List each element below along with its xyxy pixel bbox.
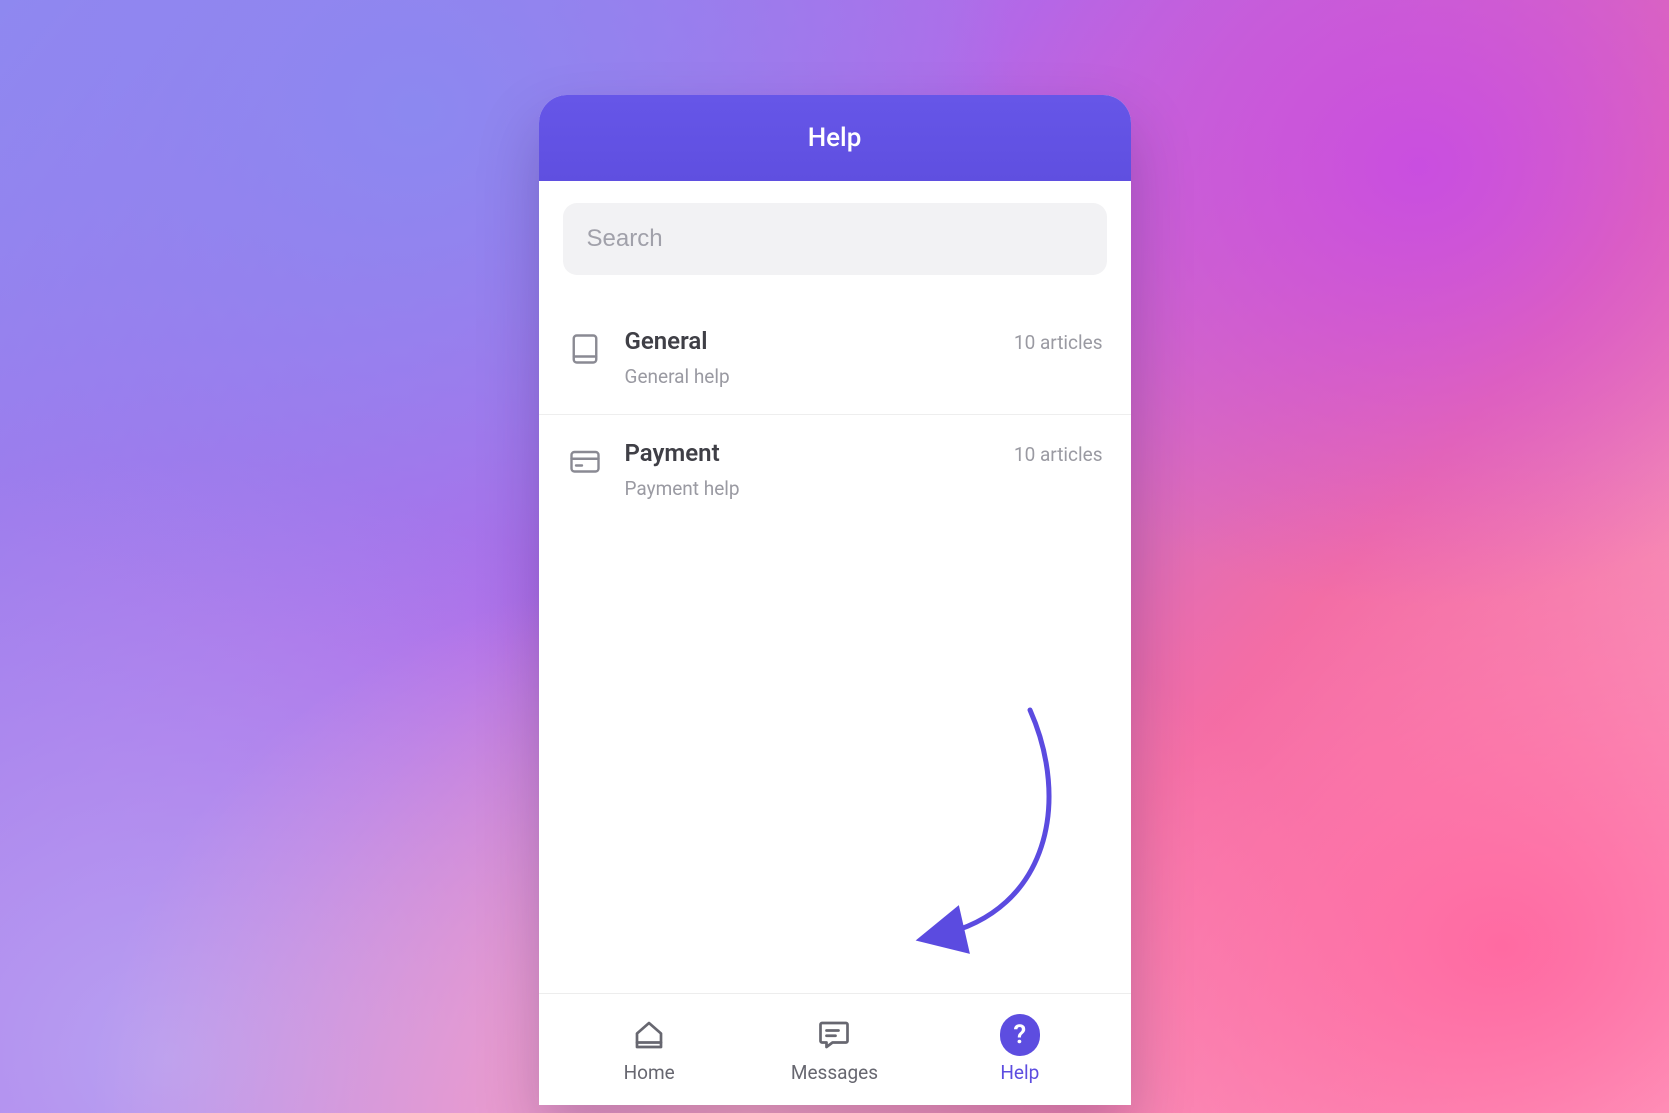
- help-widget: Help General General help 10 articles: [539, 95, 1131, 1105]
- category-texts: General General help: [625, 327, 992, 388]
- category-subtitle: General help: [625, 365, 992, 388]
- question-mark-icon: ?: [1000, 1014, 1040, 1056]
- widget-header: Help: [539, 95, 1131, 181]
- messages-icon: [814, 1015, 854, 1055]
- credit-card-icon: [567, 443, 603, 479]
- nav-label: Home: [624, 1061, 675, 1084]
- search-container: [539, 181, 1131, 303]
- category-title: General: [625, 327, 992, 355]
- category-item-general[interactable]: General General help 10 articles: [539, 303, 1131, 414]
- nav-help[interactable]: ? Help: [960, 1015, 1080, 1084]
- category-count: 10 articles: [1014, 331, 1103, 354]
- nav-label: Help: [1000, 1061, 1039, 1084]
- widget-title: Help: [808, 123, 862, 153]
- nav-home[interactable]: Home: [589, 1015, 709, 1084]
- nav-messages[interactable]: Messages: [774, 1015, 894, 1084]
- category-texts: Payment Payment help: [625, 439, 992, 500]
- category-subtitle: Payment help: [625, 477, 992, 500]
- book-icon: [567, 331, 603, 367]
- category-list: General General help 10 articles Payment…: [539, 303, 1131, 993]
- bottom-nav: Home Messages ? Help: [539, 993, 1131, 1105]
- nav-label: Messages: [791, 1061, 878, 1084]
- search-input[interactable]: [563, 203, 1107, 275]
- category-title: Payment: [625, 439, 992, 467]
- category-item-payment[interactable]: Payment Payment help 10 articles: [539, 414, 1131, 526]
- help-icon: ?: [1000, 1015, 1040, 1055]
- app-screenshot: Help General General help 10 articles: [0, 0, 1669, 1113]
- home-icon: [629, 1015, 669, 1055]
- category-count: 10 articles: [1014, 443, 1103, 466]
